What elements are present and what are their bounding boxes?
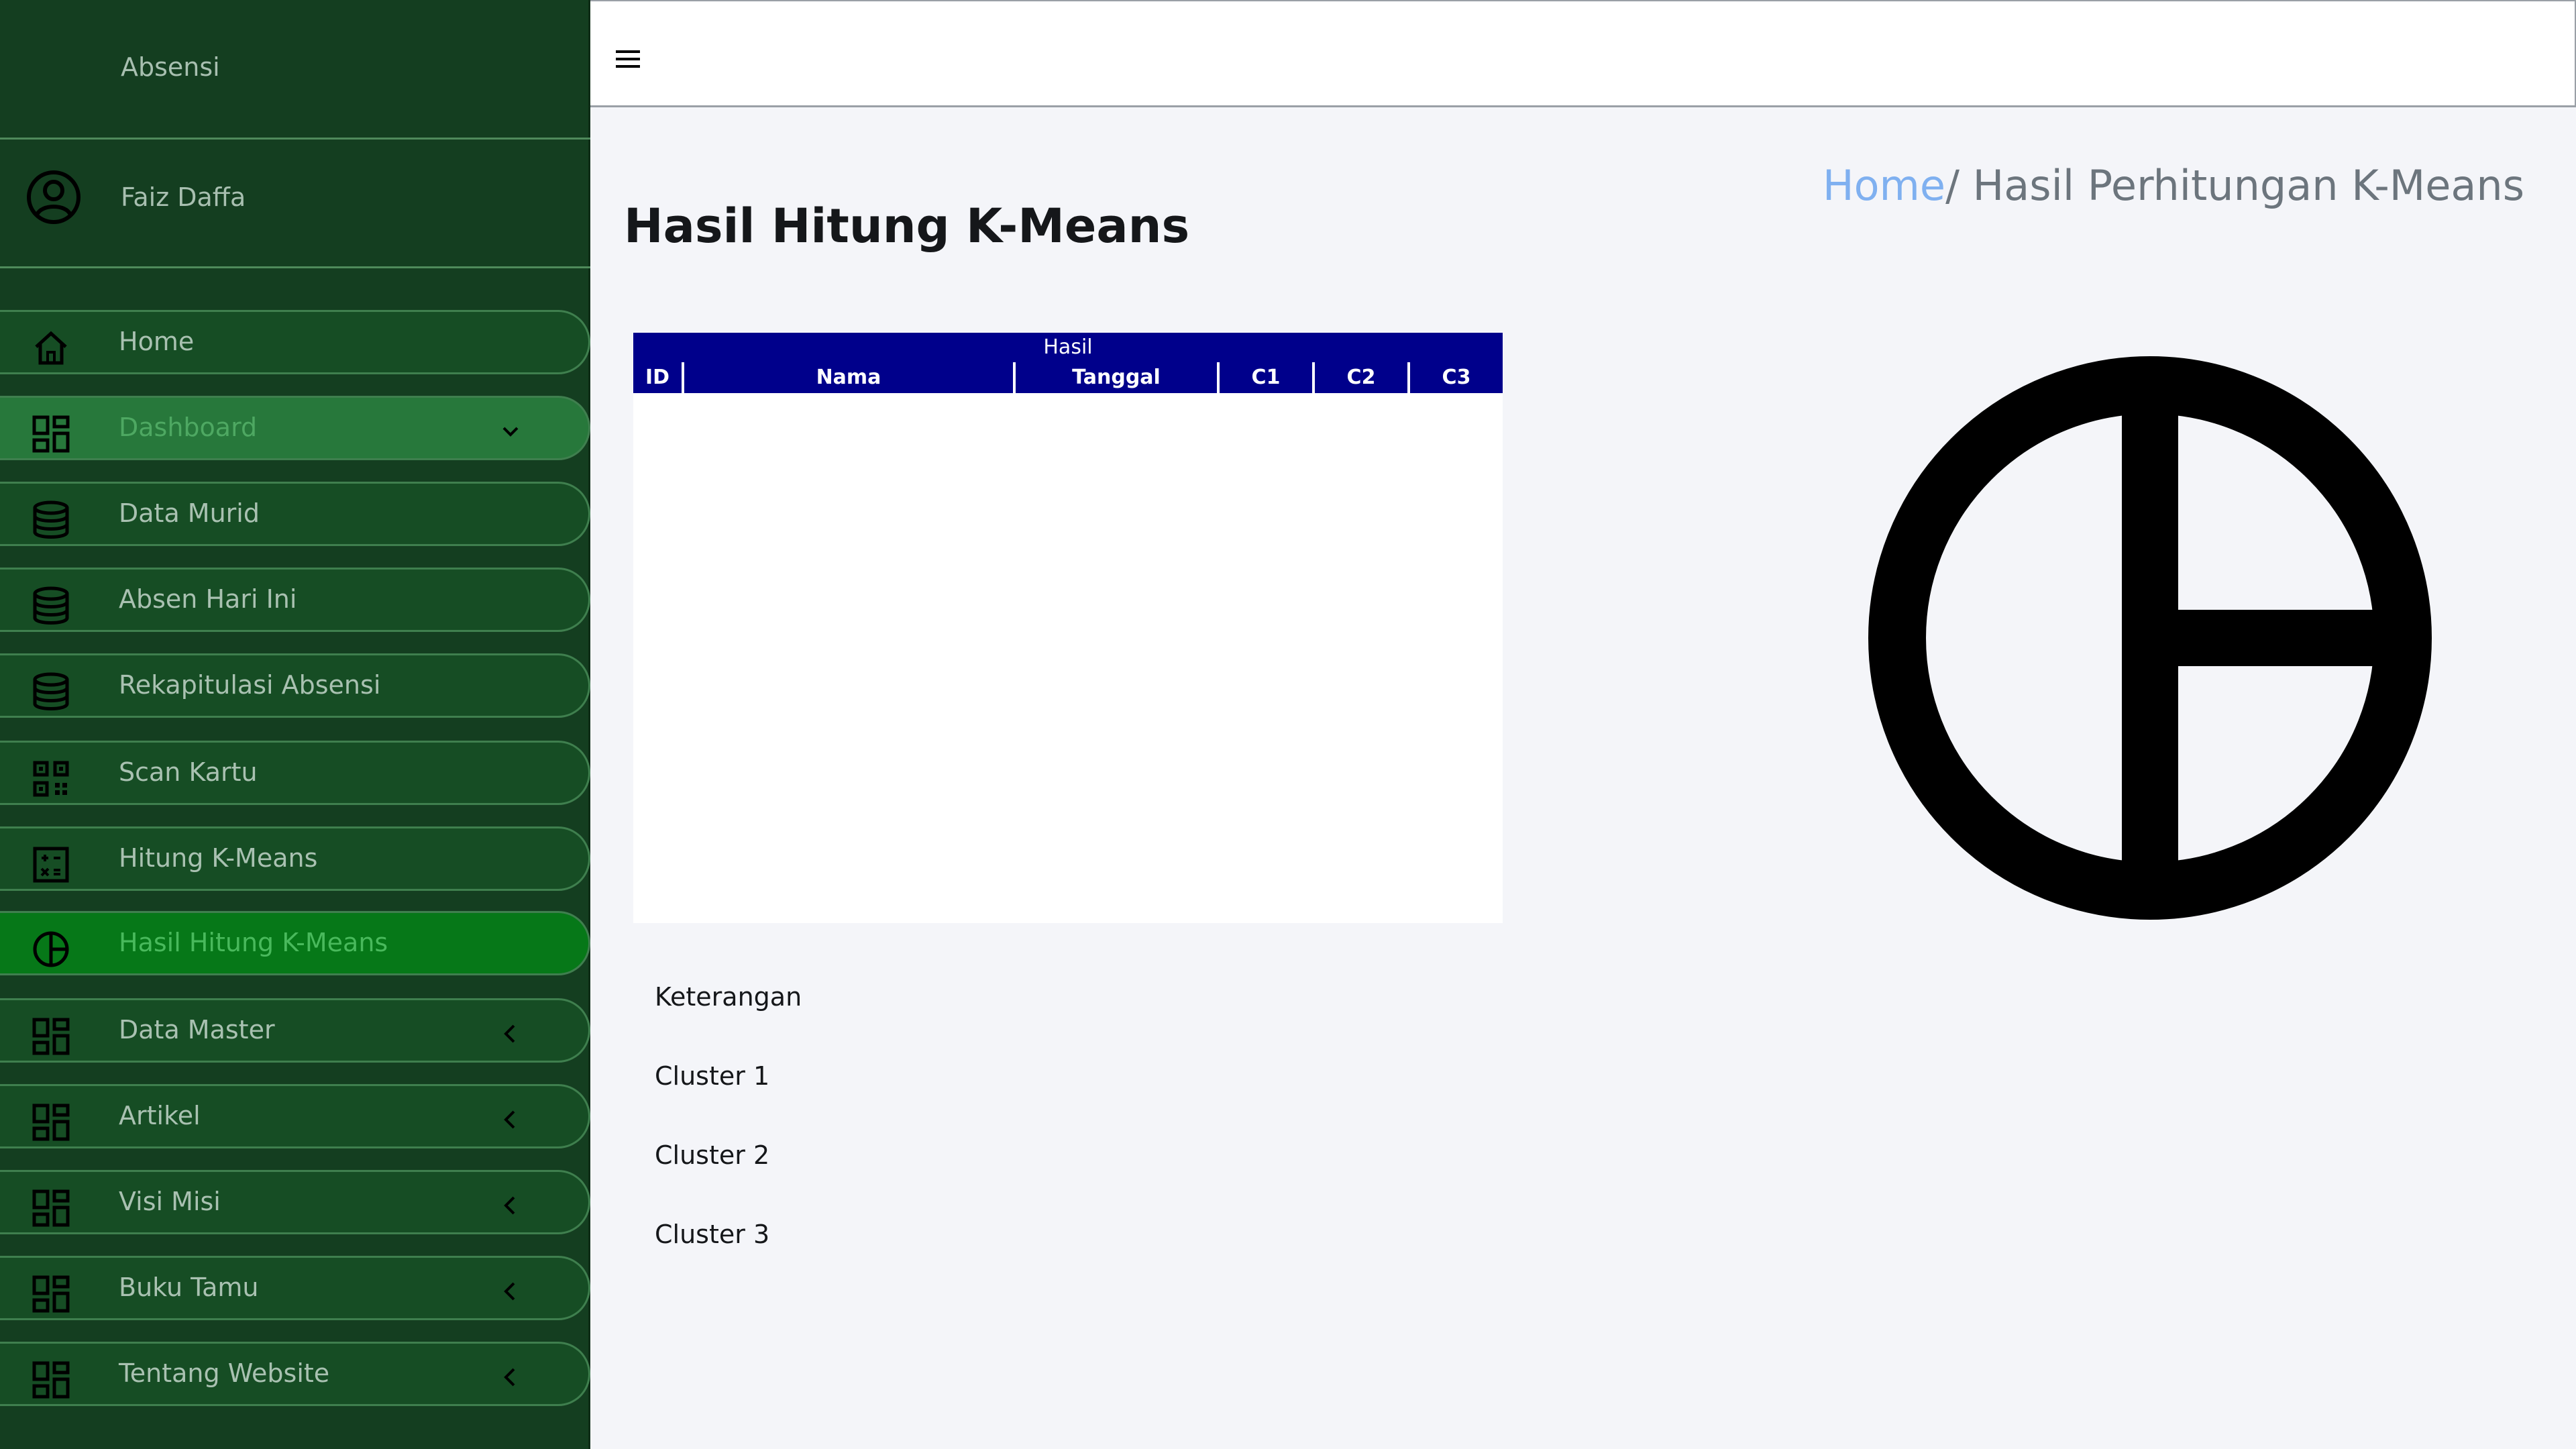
results-table: Hasil ID Nama Tanggal C1 C2 C3 <box>633 333 1503 923</box>
column-header-c3: C3 <box>1407 362 1503 393</box>
sidebar-item-label: Scan Kartu <box>119 757 258 787</box>
legend-title: Keterangan <box>655 982 802 1012</box>
sidebar-item-label: Absen Hari Ini <box>119 584 297 614</box>
sidebar-item-label: Visi Misi <box>119 1187 221 1216</box>
legend-item-cluster-2: Cluster 2 <box>655 1140 770 1170</box>
pie-chart-icon <box>1868 356 2432 920</box>
pie-chart-icon <box>33 931 69 967</box>
dashboard-icon <box>32 415 70 453</box>
dashboard-icon <box>32 1189 70 1227</box>
sidebar-item-rekapitulasi-absensi[interactable]: Rekapitulasi Absensi <box>0 653 590 718</box>
sidebar-item-buku-tamu[interactable]: Buku Tamu <box>0 1256 590 1320</box>
database-icon <box>33 500 69 539</box>
dashboard-icon <box>32 1018 70 1055</box>
sidebar-item-data-murid[interactable]: Data Murid <box>0 482 590 546</box>
database-icon <box>33 672 69 710</box>
dashboard-icon <box>32 1275 70 1313</box>
chevron-left-icon <box>504 1024 515 1043</box>
table-header-row: ID Nama Tanggal C1 C2 C3 <box>633 362 1503 393</box>
column-header-c2: C2 <box>1312 362 1407 393</box>
sidebar-item-home[interactable]: Home <box>0 310 590 374</box>
sidebar-item-tentang-website[interactable]: Tentang Website <box>0 1342 590 1406</box>
sidebar-item-hitung-k-means[interactable]: Hitung K-Means <box>0 826 590 891</box>
chevron-left-icon <box>504 1368 515 1387</box>
column-header-nama: Nama <box>682 362 1013 393</box>
sidebar-item-label: Buku Tamu <box>119 1273 259 1302</box>
sidebar-item-scan-kartu[interactable]: Scan Kartu <box>0 741 590 805</box>
sidebar-item-label: Data Murid <box>119 498 260 528</box>
sidebar-item-hasil-hitung-k-means[interactable]: Hasil Hitung K-Means <box>0 911 590 975</box>
calculator-icon <box>33 847 69 883</box>
sidebar-item-dashboard[interactable]: Dashboard <box>0 396 590 460</box>
breadcrumb: Home/ Hasil Perhitungan K-Means <box>1823 161 2524 210</box>
legend-item-cluster-3: Cluster 3 <box>655 1220 770 1249</box>
dashboard-icon <box>32 1104 70 1141</box>
brand-label[interactable]: Absensi <box>121 52 220 82</box>
brand: Absensi <box>0 0 590 140</box>
sidebar-item-label: Dashboard <box>119 413 258 442</box>
column-header-c1: C1 <box>1217 362 1312 393</box>
dashboard-icon <box>32 1361 70 1399</box>
chevron-left-icon <box>504 1110 515 1129</box>
column-header-tanggal: Tanggal <box>1013 362 1217 393</box>
sidebar-item-label: Hasil Hitung K-Means <box>119 928 388 957</box>
table-caption: Hasil <box>633 333 1503 362</box>
chevron-left-icon <box>504 1196 515 1215</box>
sidebar-item-visi-misi[interactable]: Visi Misi <box>0 1170 590 1234</box>
sidebar-item-data-master[interactable]: Data Master <box>0 998 590 1063</box>
sidebar-item-label: Data Master <box>119 1015 275 1044</box>
breadcrumb-current: / Hasil Perhitungan K-Means <box>1945 161 2524 210</box>
column-header-id: ID <box>645 366 670 389</box>
home-icon <box>35 331 67 365</box>
user-panel: Faiz Daffa <box>0 140 590 268</box>
topbar <box>590 0 2576 107</box>
sidebar-item-label: Artikel <box>119 1101 201 1130</box>
sidebar-item-artikel[interactable]: Artikel <box>0 1084 590 1148</box>
chevron-down-icon <box>502 427 519 437</box>
user-name[interactable]: Faiz Daffa <box>121 182 246 212</box>
legend-item-cluster-1: Cluster 1 <box>655 1061 770 1091</box>
sidebar-item-label: Home <box>119 327 195 356</box>
user-circle-icon <box>27 170 80 224</box>
hamburger-icon[interactable] <box>614 48 641 70</box>
sidebar-item-label: Tentang Website <box>119 1358 330 1388</box>
sidebar-item-label: Hitung K-Means <box>119 843 318 873</box>
sidebar: Absensi Faiz Daffa Home Dashboard Data M… <box>0 0 590 1449</box>
breadcrumb-home-link[interactable]: Home <box>1823 161 1945 210</box>
page-title: Hasil Hitung K-Means <box>624 199 1190 254</box>
sidebar-item-label: Rekapitulasi Absensi <box>119 670 381 700</box>
sidebar-item-absen-hari-ini[interactable]: Absen Hari Ini <box>0 568 590 632</box>
database-icon <box>33 586 69 625</box>
qrcode-icon <box>33 761 69 797</box>
chevron-left-icon <box>504 1282 515 1301</box>
